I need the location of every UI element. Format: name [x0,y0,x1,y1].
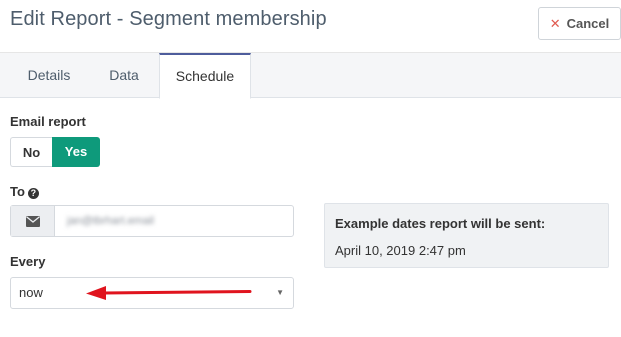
email-report-yes-button[interactable]: Yes [52,137,100,167]
email-report-toggle: No Yes [10,137,100,167]
caret-down-icon: ▼ [276,288,284,297]
annotation-arrow-icon [86,286,252,300]
cancel-button-label: Cancel [566,16,610,31]
close-icon: ✕ [549,15,561,31]
question-circle-icon[interactable]: ? [27,188,39,199]
tab-bar: Details Data Schedule [0,53,621,99]
example-dates-title: Example dates report will be sent: [335,216,546,231]
to-label: To? [10,184,39,199]
page-header: Edit Report - Segment membership ✕ Cance… [0,0,621,53]
tab-details[interactable]: Details [10,53,88,98]
envelope-icon [11,206,55,236]
cancel-button[interactable]: ✕ Cancel [538,7,621,40]
every-label: Every [10,254,46,269]
to-email-field: jan@tbrhart.email [10,205,294,237]
tab-schedule[interactable]: Schedule [159,53,251,99]
example-dates-panel: Example dates report will be sent: April… [324,203,609,268]
email-report-no-button[interactable]: No [10,137,52,167]
to-email-input[interactable]: jan@tbrhart.email [55,206,154,236]
page-title: Edit Report - Segment membership [10,8,327,30]
tab-data[interactable]: Data [92,53,156,98]
every-select-value: now [19,285,43,300]
example-date: April 10, 2019 2:47 pm [335,243,466,258]
to-label-text: To [10,184,25,199]
email-report-label: Email report [10,114,86,129]
